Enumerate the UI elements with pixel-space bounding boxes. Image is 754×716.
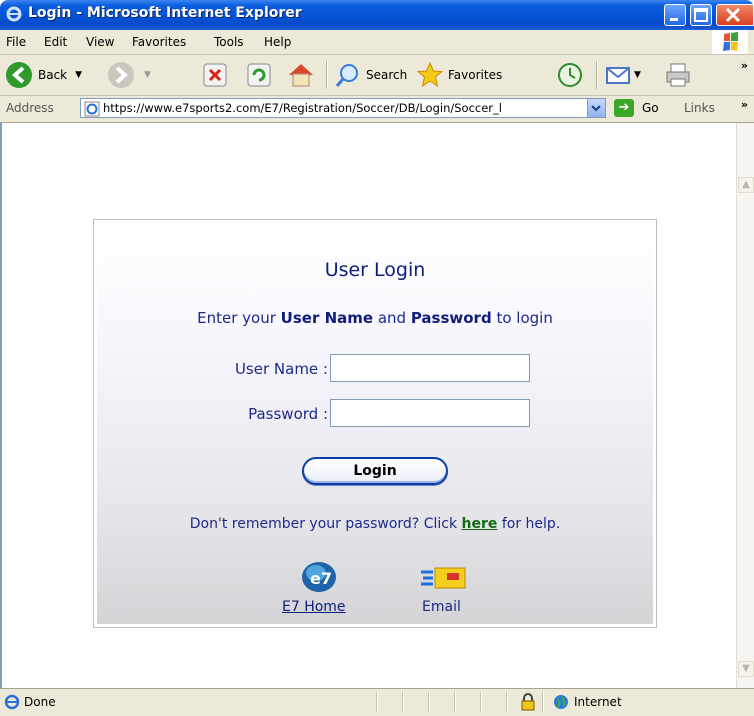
- minimize-icon: [670, 18, 678, 21]
- window-title: Login - Microsoft Internet Explorer: [28, 5, 302, 21]
- e7-logo-icon[interactable]: e7: [300, 560, 338, 594]
- login-panel: User Login Enter your User Name and Pass…: [93, 219, 657, 628]
- refresh-icon: [247, 63, 271, 87]
- ie-icon: [6, 6, 22, 22]
- svg-text:e7: e7: [310, 569, 332, 588]
- menu-help[interactable]: Help: [264, 35, 291, 49]
- scroll-up-icon[interactable]: ▲: [738, 177, 754, 193]
- address-dropdown-icon[interactable]: [587, 99, 605, 117]
- login-button[interactable]: Login: [302, 457, 448, 485]
- status-bar: Done Internet: [0, 688, 754, 716]
- address-label: Address: [6, 101, 54, 115]
- title-bar: Login - Microsoft Internet Explorer: [0, 0, 754, 30]
- password-label: Password :: [248, 405, 328, 423]
- forward-button[interactable]: ▼: [106, 59, 151, 91]
- close-button[interactable]: [716, 4, 754, 26]
- scroll-down-icon[interactable]: ▼: [738, 661, 754, 677]
- print-button[interactable]: [664, 59, 692, 91]
- back-label: Back: [38, 68, 68, 82]
- e7-home-link[interactable]: E7 Home: [282, 599, 346, 615]
- toolbar-chevron-icon[interactable]: »: [741, 59, 748, 72]
- address-bar: Address https://www.e7sports2.com/E7/Reg…: [0, 96, 754, 123]
- address-input[interactable]: https://www.e7sports2.com/E7/Registratio…: [80, 98, 606, 118]
- menu-view[interactable]: View: [86, 35, 114, 49]
- email-link[interactable]: Email: [422, 599, 461, 615]
- menu-tools[interactable]: Tools: [214, 35, 244, 49]
- vertical-scrollbar[interactable]: ▲ ▼: [736, 123, 754, 688]
- history-button[interactable]: [556, 59, 584, 91]
- globe-icon: [554, 695, 568, 709]
- maximize-button[interactable]: [690, 4, 712, 26]
- go-label: Go: [642, 101, 659, 115]
- close-icon: [725, 7, 741, 23]
- email-icon[interactable]: [419, 564, 471, 592]
- mail-dropdown-icon[interactable]: ▼: [634, 70, 641, 80]
- star-icon: [416, 61, 444, 88]
- menu-edit[interactable]: Edit: [44, 35, 67, 49]
- forward-dropdown-icon[interactable]: ▼: [144, 70, 151, 80]
- stop-icon: [203, 63, 227, 87]
- ie-page-icon: [4, 694, 20, 710]
- back-button[interactable]: Back ▼: [4, 59, 82, 91]
- page-icon: [84, 101, 100, 117]
- username-input[interactable]: [330, 354, 530, 382]
- print-icon: [666, 63, 690, 87]
- mail-button[interactable]: ▼: [604, 59, 641, 91]
- home-button[interactable]: [286, 59, 316, 91]
- password-input[interactable]: [330, 399, 530, 427]
- refresh-button[interactable]: [246, 59, 272, 91]
- favorites-button[interactable]: Favorites: [416, 59, 502, 91]
- stop-button[interactable]: [202, 59, 228, 91]
- links-chevron-icon[interactable]: »: [741, 98, 748, 111]
- go-button[interactable]: ➔ Go: [614, 98, 659, 118]
- security-zone: Internet: [574, 695, 622, 709]
- search-label: Search: [366, 68, 408, 82]
- username-label: User Name :: [234, 360, 328, 378]
- login-instructions: Enter your User Name and Password to log…: [197, 309, 553, 327]
- forgot-password-link[interactable]: here: [462, 516, 498, 532]
- minimize-button[interactable]: [664, 4, 686, 26]
- mail-icon: [606, 67, 630, 84]
- windows-logo-icon: [712, 30, 748, 54]
- standard-toolbar: Back ▼ ▼ Search Favorites ▼ »: [0, 55, 754, 96]
- back-dropdown-icon[interactable]: ▼: [75, 70, 82, 80]
- menu-favorites[interactable]: Favorites: [132, 35, 186, 49]
- maximize-icon: [694, 8, 708, 22]
- forgot-password-text: Don't remember your password? Click here…: [189, 516, 561, 532]
- address-url: https://www.e7sports2.com/E7/Registratio…: [103, 101, 502, 115]
- status-text: Done: [24, 695, 56, 709]
- back-arrow-icon: [6, 62, 32, 88]
- links-label[interactable]: Links: [684, 101, 715, 115]
- menu-bar: File Edit View Favorites Tools Help: [0, 30, 754, 55]
- search-button[interactable]: Search: [334, 59, 407, 91]
- menu-file[interactable]: File: [6, 35, 26, 49]
- lock-icon[interactable]: [520, 693, 536, 711]
- login-title: User Login: [324, 259, 426, 281]
- forward-arrow-icon: [108, 62, 134, 88]
- go-arrow-icon: ➔: [614, 99, 634, 117]
- search-icon: [335, 64, 358, 87]
- history-icon: [558, 63, 582, 87]
- favorites-label: Favorites: [448, 68, 503, 82]
- home-icon: [289, 64, 313, 87]
